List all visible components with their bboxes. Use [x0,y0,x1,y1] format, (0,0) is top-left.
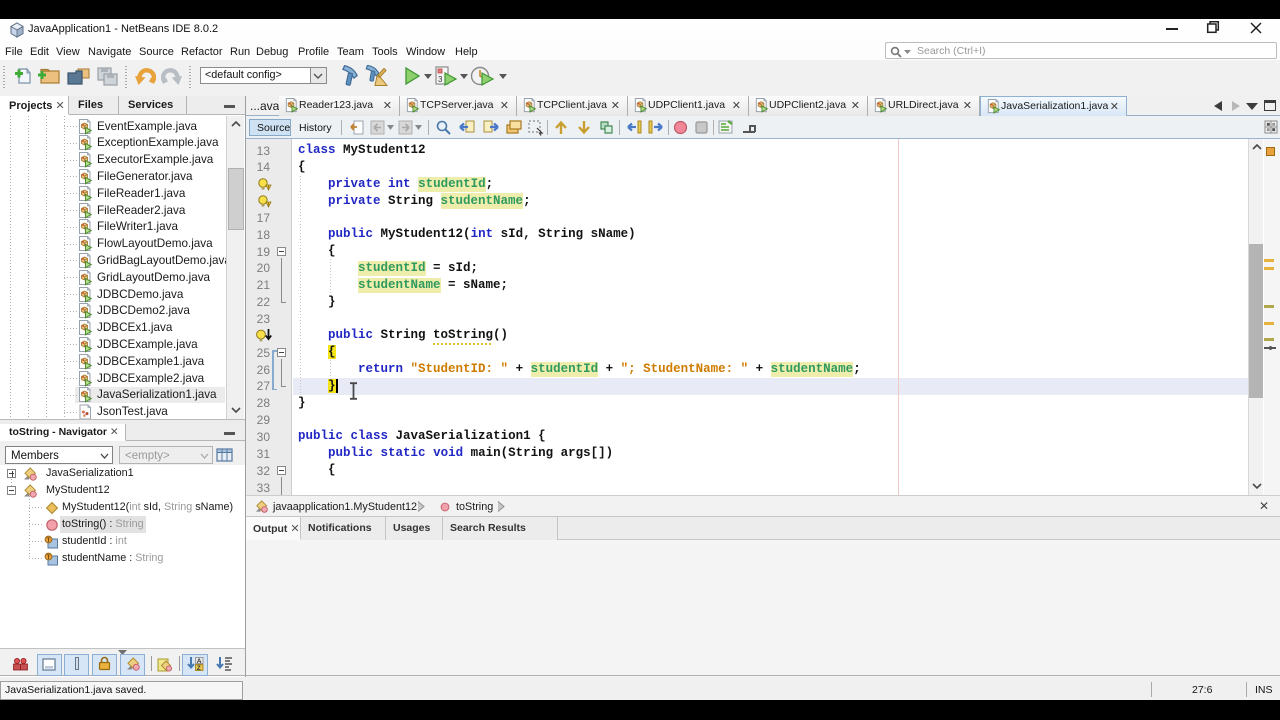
svg-text:Z: Z [197,665,201,672]
svg-text:A: A [197,658,202,665]
svg-text:3: 3 [438,75,443,84]
